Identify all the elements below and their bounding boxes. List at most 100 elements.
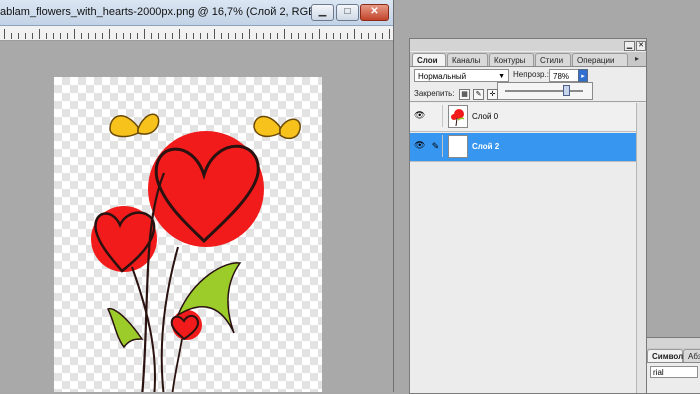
ruler-tick xyxy=(228,33,229,39)
layer-thumbnail xyxy=(448,135,468,158)
panel-header[interactable] xyxy=(647,338,700,348)
ruler-tick xyxy=(207,33,208,39)
panel-tabs: Слои Каналы Контуры Стили Операции xyxy=(410,52,646,67)
panel-tabs: Символ Абз xyxy=(647,348,700,363)
ruler-tick xyxy=(249,29,250,39)
opacity-label: Непрозр.: xyxy=(513,70,549,79)
document-title: ablam_flowers_with_hearts-2000px.png @ 1… xyxy=(0,6,329,18)
ruler-tick xyxy=(158,33,159,39)
ruler-tick xyxy=(74,29,75,39)
layer-name: Слой 0 xyxy=(472,112,499,121)
leaf-left xyxy=(106,307,144,349)
layers-panel: ▁ ✕ Слои Каналы Контуры Стили Операции ▸… xyxy=(409,38,647,394)
ruler-tick xyxy=(151,33,152,39)
tab-paths[interactable]: Контуры xyxy=(489,53,534,66)
opacity-slider-popup xyxy=(497,82,593,100)
ruler-tick xyxy=(32,33,33,39)
lock-transparency-icon[interactable]: ▦ xyxy=(459,89,470,100)
ruler-tick xyxy=(312,33,313,39)
ruler-tick xyxy=(214,29,215,39)
flower-artwork xyxy=(91,113,301,392)
ruler-tick xyxy=(11,33,12,39)
tab-character[interactable]: Символ xyxy=(647,349,683,362)
opacity-slider-toggle-icon[interactable]: ▸ xyxy=(578,69,588,82)
tab-styles[interactable]: Стили xyxy=(535,53,571,66)
ruler-tick xyxy=(382,33,383,39)
ruler-tick xyxy=(46,33,47,39)
maximize-button[interactable]: □ xyxy=(336,4,359,21)
ruler-tick xyxy=(123,33,124,39)
ruler-tick xyxy=(4,29,5,39)
ruler-tick xyxy=(95,33,96,39)
ruler-tick xyxy=(130,33,131,39)
ruler-tick xyxy=(305,33,306,39)
ruler-tick xyxy=(256,33,257,39)
layer-thumbnail-art xyxy=(451,109,465,127)
ruler-tick xyxy=(53,33,54,39)
opacity-slider-thumb[interactable] xyxy=(562,85,570,96)
ruler-tick xyxy=(116,33,117,39)
eye-icon[interactable]: 👁 xyxy=(414,110,425,121)
tab-history[interactable]: Операции xyxy=(572,53,628,66)
image-canvas[interactable] xyxy=(54,77,322,392)
ruler-tick xyxy=(109,29,110,39)
ruler-tick xyxy=(333,33,334,39)
ruler-tick xyxy=(368,33,369,39)
ruler-tick xyxy=(354,29,355,39)
ruler-tick xyxy=(81,33,82,39)
ruler-tick xyxy=(375,33,376,39)
panel-menu-icon[interactable]: ▸ xyxy=(632,54,642,64)
lock-move-icon[interactable]: ✛ xyxy=(487,89,498,100)
font-family-field[interactable]: rial xyxy=(650,366,698,378)
ruler-tick xyxy=(319,29,320,39)
opacity-input[interactable]: 78% xyxy=(549,69,579,82)
ruler-tick xyxy=(277,33,278,39)
ruler-tick xyxy=(298,33,299,39)
layer-link-cell[interactable] xyxy=(429,105,443,127)
layer-name: Слой 2 xyxy=(472,142,500,151)
ruler-tick xyxy=(25,33,26,39)
ruler-tick xyxy=(200,33,201,39)
close-button[interactable]: ✕ xyxy=(360,4,389,21)
divider xyxy=(410,101,646,102)
ruler-tick xyxy=(102,33,103,39)
ruler-tick xyxy=(235,33,236,39)
tab-channels[interactable]: Каналы xyxy=(447,53,488,66)
ruler-tick xyxy=(270,33,271,39)
layer-row[interactable]: 👁 Слой 0 xyxy=(410,103,636,132)
eye-icon[interactable]: 👁 xyxy=(414,140,425,151)
character-panel: Символ Абз rial xyxy=(646,337,700,394)
ruler-tick xyxy=(186,33,187,39)
minimize-button[interactable]: ▁ xyxy=(311,4,334,21)
document-window: ablam_flowers_with_hearts-2000px.png @ 1… xyxy=(0,0,394,392)
butterfly-right xyxy=(253,115,301,140)
ruler-tick xyxy=(291,33,292,39)
lock-label: Закрепить: xyxy=(414,89,455,98)
tab-layers[interactable]: Слои xyxy=(412,53,446,66)
brush-icon: ✎ xyxy=(429,135,443,157)
layer-thumbnail xyxy=(448,105,468,128)
blend-mode-select[interactable]: Нормальный ▼ xyxy=(414,69,509,82)
panel-minimize-button[interactable]: ▁ xyxy=(624,41,635,51)
lock-brush-icon[interactable]: ✎ xyxy=(473,89,484,100)
ruler-tick xyxy=(361,33,362,39)
stem-small xyxy=(171,338,183,392)
tab-paragraph[interactable]: Абз xyxy=(683,349,700,362)
blend-mode-value: Нормальный xyxy=(418,72,467,81)
ruler-tick xyxy=(60,33,61,39)
ruler-tick xyxy=(221,33,222,39)
ruler-tick xyxy=(67,33,68,39)
ruler-tick xyxy=(340,33,341,39)
panel-header[interactable] xyxy=(410,39,646,51)
panel-close-button[interactable]: ✕ xyxy=(636,41,646,51)
ruler-tick xyxy=(263,33,264,39)
butterfly-left xyxy=(109,113,160,138)
ruler-tick xyxy=(137,33,138,39)
ruler-tick xyxy=(193,33,194,39)
document-titlebar[interactable]: ablam_flowers_with_hearts-2000px.png @ 1… xyxy=(0,0,393,26)
ruler-tick xyxy=(165,33,166,39)
opacity-slider-track[interactable] xyxy=(505,90,583,92)
ruler-tick xyxy=(39,29,40,39)
layer-row-selected[interactable]: 👁 ✎ Слой 2 xyxy=(410,133,636,162)
ruler-tick xyxy=(326,33,327,39)
